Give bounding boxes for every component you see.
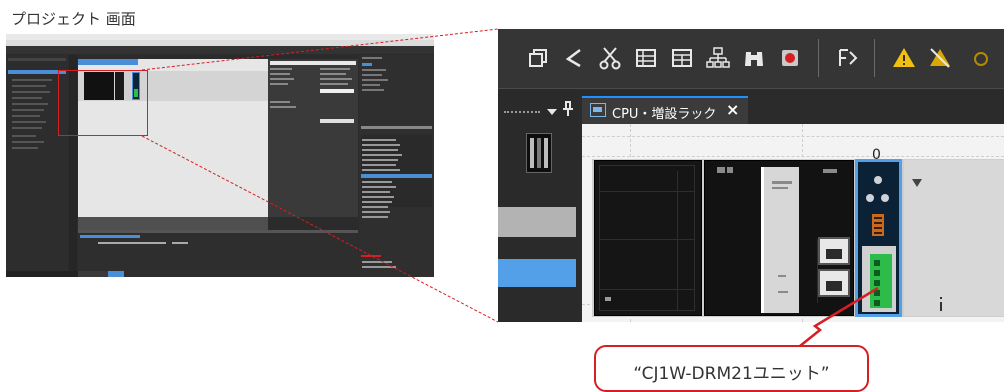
callout-pointer	[799, 286, 879, 347]
callout-label: “CJ1W-DRM21ユニット”	[633, 364, 830, 384]
zoom-connector-bottom	[141, 135, 499, 323]
zoom-connector-top	[141, 28, 499, 71]
callout-box: “CJ1W-DRM21ユニット”	[594, 345, 869, 392]
zoom-connector-lines	[141, 28, 879, 347]
